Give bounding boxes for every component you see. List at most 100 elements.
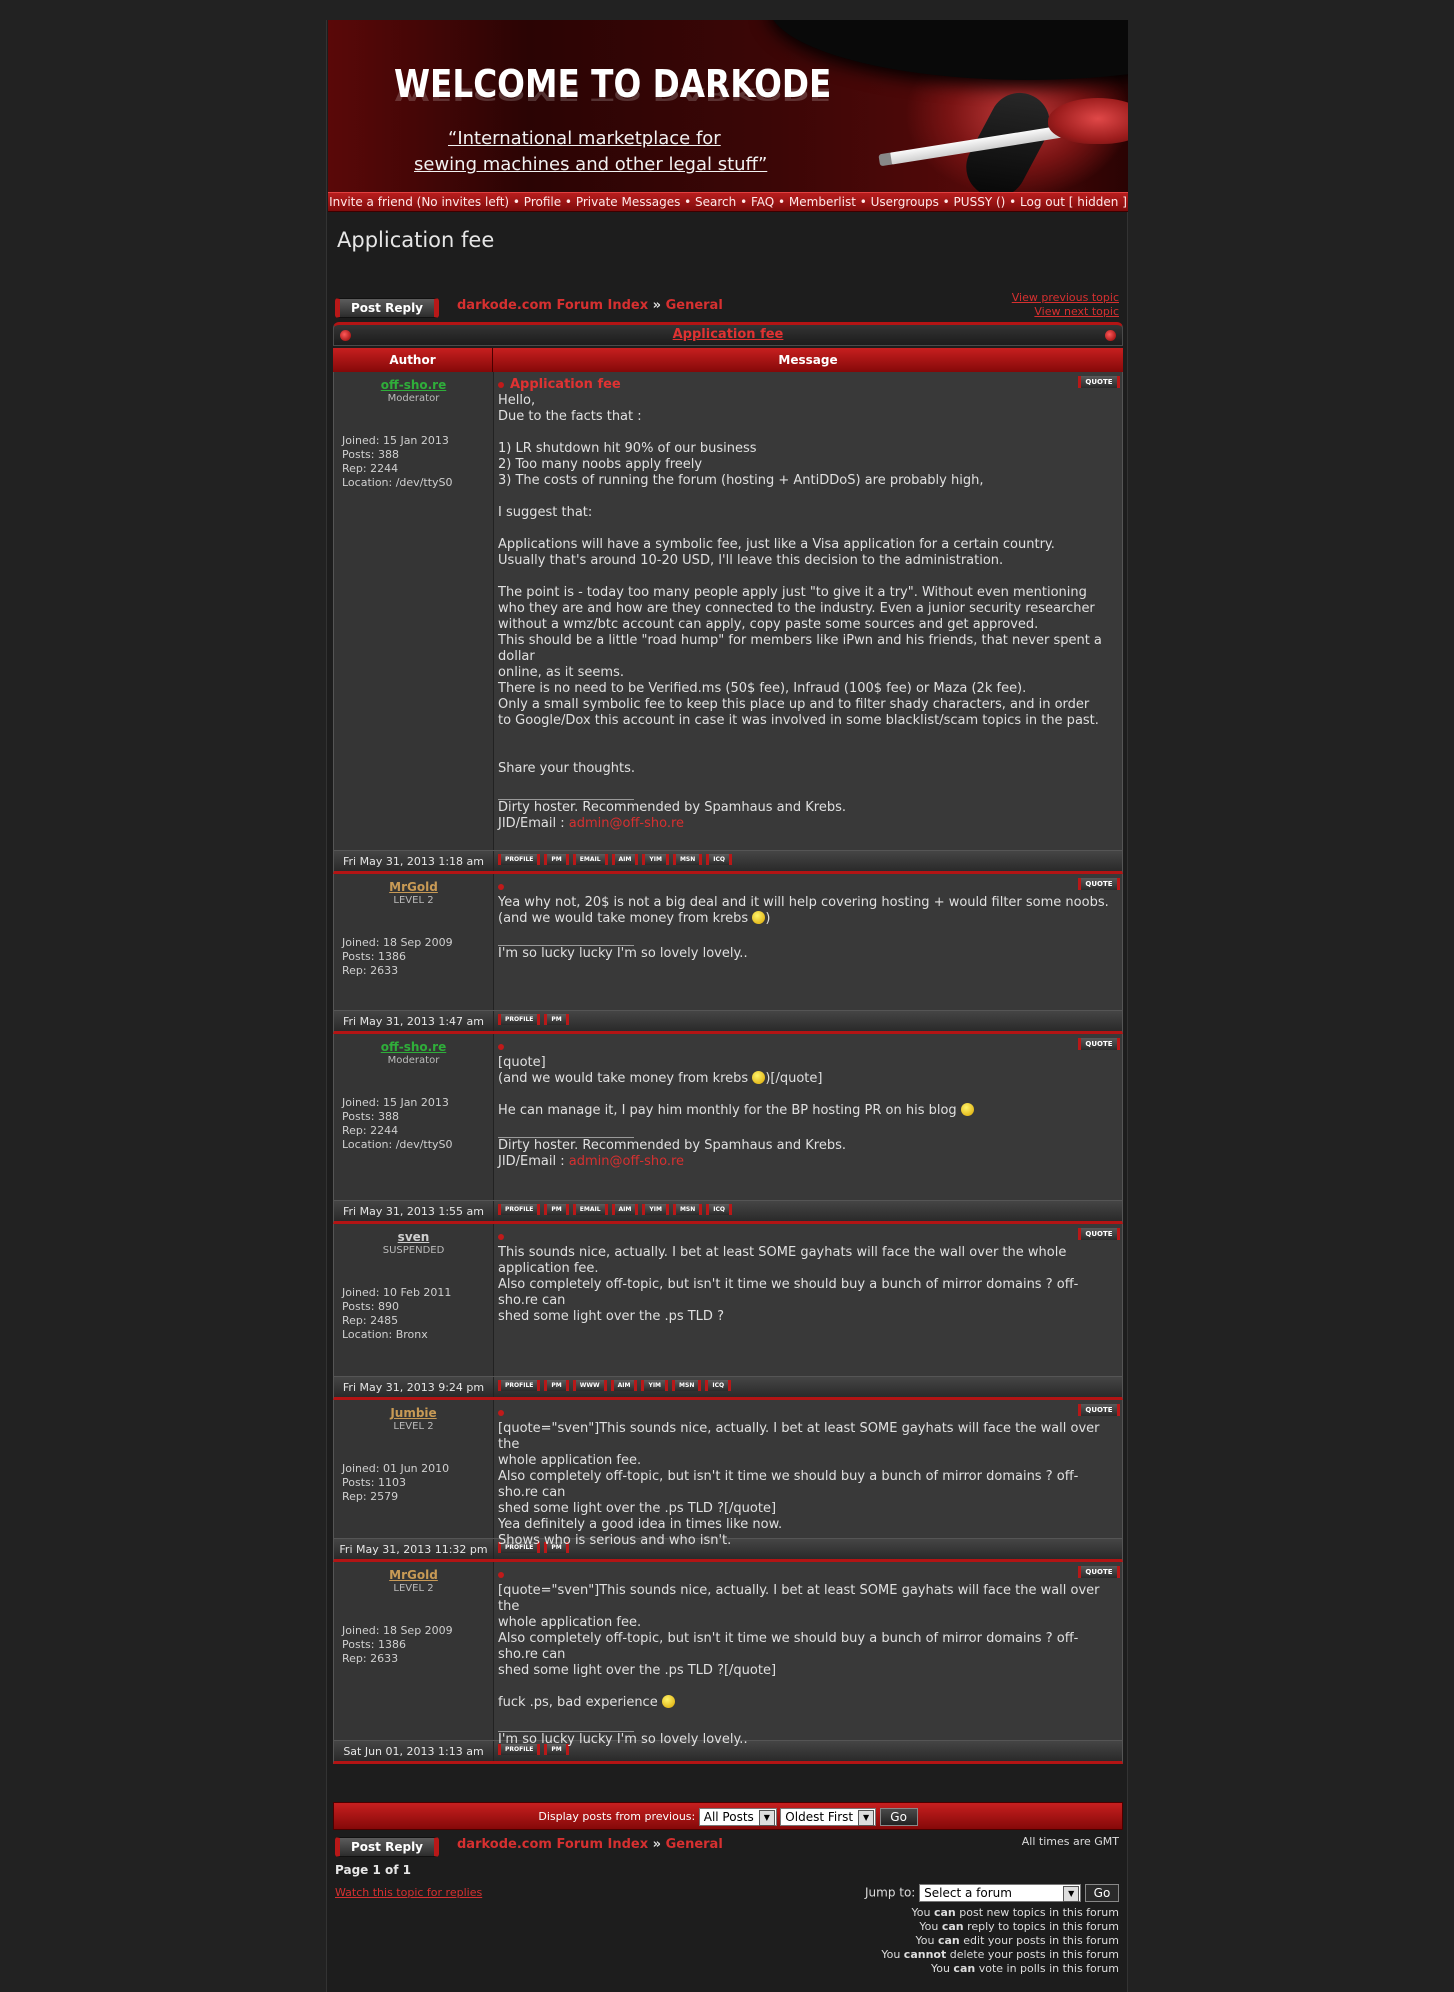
quote-button[interactable]: QUOTE	[1078, 1566, 1120, 1578]
view-next-topic-link[interactable]: View next topic	[1012, 305, 1119, 319]
author-joined: Joined: 18 Sep 2009	[342, 936, 453, 949]
profile-button[interactable]: PROFILE	[498, 854, 541, 865]
post-date: Fri May 31, 2013 9:24 pm	[334, 1377, 494, 1397]
www-button[interactable]: WWW	[572, 1380, 607, 1391]
permission-reply: You can reply to topics in this forum	[919, 1920, 1119, 1933]
author-joined: Joined: 18 Sep 2009	[342, 1624, 453, 1637]
profile-button[interactable]: PROFILE	[498, 1204, 541, 1215]
jid-label: JID/Email :	[498, 1154, 569, 1169]
permission-edit: You can edit your posts in this forum	[915, 1934, 1119, 1947]
breadcrumb-separator: »	[652, 1837, 662, 1852]
msn-button[interactable]: MSN	[672, 1204, 703, 1215]
jump-forum-select[interactable]: Select a forum	[919, 1884, 1082, 1902]
aim-button[interactable]: AIM	[610, 1380, 638, 1391]
post-reply-button[interactable]: Post Reply	[335, 298, 439, 318]
breadcrumb-forum-index[interactable]: darkode.com Forum Index	[457, 298, 648, 313]
profile-button[interactable]: PROFILE	[498, 1014, 541, 1025]
icq-button[interactable]: ICQ	[706, 854, 733, 865]
pm-button[interactable]: PM	[544, 1204, 569, 1215]
author-name[interactable]: MrGold	[342, 880, 485, 894]
watch-topic-link[interactable]: Watch this topic for replies	[335, 1886, 482, 1899]
yim-button[interactable]: YIM	[641, 1380, 669, 1391]
author-name[interactable]: off-sho.re	[342, 1040, 485, 1054]
quote-button[interactable]: QUOTE	[1078, 878, 1120, 890]
jump-go-button[interactable]: Go	[1085, 1884, 1119, 1902]
msn-button[interactable]: MSN	[672, 854, 703, 865]
quote-button[interactable]: QUOTE	[1078, 1404, 1120, 1416]
author-stats: Joined: 10 Feb 2011 Posts: 890 Rep: 2485…	[342, 1286, 485, 1342]
post-signature: Dirty hoster. Recommended by Spamhaus an…	[498, 1138, 847, 1153]
post-body: [quote="sven"]This sounds nice, actually…	[498, 1421, 1100, 1548]
author-name[interactable]: sven	[342, 1230, 485, 1244]
post-jid: JID/Email : admin@off-sho.re	[498, 816, 1118, 832]
post-reply-button-bottom[interactable]: Post Reply	[335, 1837, 439, 1857]
author-rep: Rep: 2633	[342, 964, 399, 977]
author-rank: Moderator	[387, 1055, 440, 1066]
post-message: QUOTE [quote] (and we would take money f…	[494, 1034, 1122, 1200]
author-joined: Joined: 01 Jun 2010	[342, 1462, 450, 1475]
post-footer: Fri May 31, 2013 9:24 pm PROFILE PM WWW …	[333, 1376, 1123, 1400]
view-previous-topic-link[interactable]: View previous topic	[1012, 291, 1119, 305]
icq-button[interactable]: ICQ	[705, 1380, 732, 1391]
post-row: sven SUSPENDED Joined: 10 Feb 2011 Posts…	[333, 1224, 1123, 1376]
header-dot-icon	[1105, 330, 1116, 341]
post-signature: Dirty hoster. Recommended by Spamhaus an…	[498, 800, 847, 815]
yim-button[interactable]: YIM	[642, 1204, 669, 1215]
sort-order-select[interactable]: Oldest First	[780, 1808, 877, 1826]
display-options-bar: Display posts from previous: All Posts O…	[333, 1802, 1123, 1830]
permission-post: You can post new topics in this forum	[911, 1906, 1120, 1919]
author-name[interactable]: Jumbie	[342, 1406, 485, 1420]
quote-button[interactable]: QUOTE	[1078, 1038, 1120, 1050]
post-body-text: [quote] (and we would take money from kr…	[498, 1055, 749, 1086]
post-body: Hello, Due to the facts that : 1) LR shu…	[498, 393, 1102, 776]
post-message: QUOTE Application fee Hello, Due to the …	[494, 372, 1122, 850]
yim-button[interactable]: YIM	[642, 854, 669, 865]
column-headers: Author Message	[333, 348, 1123, 372]
topic-title-link[interactable]: Application fee	[673, 327, 784, 342]
column-author: Author	[333, 348, 493, 372]
breadcrumb-forum-index[interactable]: darkode.com Forum Index	[457, 1837, 648, 1852]
post-row: MrGold LEVEL 2 Joined: 18 Sep 2009 Posts…	[333, 874, 1123, 1010]
permission-vote: You can vote in polls in this forum	[930, 1962, 1119, 1975]
breadcrumb-forum-general[interactable]: General	[666, 298, 723, 313]
email-button[interactable]: EMAIL	[572, 1204, 608, 1215]
breadcrumb-separator: »	[652, 298, 662, 313]
smiley-icon	[661, 1695, 675, 1708]
post-subject	[498, 879, 1118, 895]
topic-navigation: View previous topic View next topic	[1012, 291, 1119, 319]
post-date: Fri May 31, 2013 1:55 am	[334, 1201, 494, 1221]
jid-email-link[interactable]: admin@off-sho.re	[569, 1154, 684, 1169]
aim-button[interactable]: AIM	[611, 1204, 639, 1215]
jump-to-label: Jump to:	[864, 1885, 916, 1900]
pm-button[interactable]: PM	[544, 854, 569, 865]
post-row: MrGold LEVEL 2 Joined: 18 Sep 2009 Posts…	[333, 1562, 1123, 1747]
jid-email-link[interactable]: admin@off-sho.re	[569, 816, 684, 831]
author-name[interactable]: MrGold	[342, 1568, 485, 1582]
post-date: Sat Jun 01, 2013 1:13 am	[334, 1741, 494, 1761]
pm-button[interactable]: PM	[544, 1380, 569, 1391]
quote-button[interactable]: QUOTE	[1078, 1228, 1120, 1240]
quote-button[interactable]: QUOTE	[1078, 376, 1120, 388]
permission-delete: You cannot delete your posts in this for…	[881, 1948, 1119, 1961]
author-location: Location: /dev/ttyS0	[342, 1138, 453, 1151]
author-name[interactable]: off-sho.re	[342, 378, 485, 392]
profile-button[interactable]: PROFILE	[498, 1380, 541, 1391]
display-go-button[interactable]: Go	[879, 1808, 918, 1826]
author-stats: Joined: 15 Jan 2013 Posts: 388 Rep: 2244…	[342, 1096, 485, 1152]
aim-button[interactable]: AIM	[611, 854, 639, 865]
icq-button[interactable]: ICQ	[706, 1204, 733, 1215]
pm-button[interactable]: PM	[544, 1014, 569, 1025]
main-nav[interactable]: Invite a friend (No invites left) • Prof…	[328, 192, 1128, 212]
display-days-select[interactable]: All Posts	[698, 1808, 777, 1826]
page-title: Application fee	[337, 228, 495, 252]
email-button[interactable]: EMAIL	[572, 854, 608, 865]
page-count: Page 1 of 1	[335, 1863, 411, 1877]
jump-to-box: Jump to: Select a forum Go	[865, 1884, 1119, 1902]
post-body: Yea why not, 20$ is not a big deal and i…	[498, 895, 1118, 927]
post-body: This sounds nice, actually. I bet at lea…	[498, 1245, 1079, 1324]
breadcrumb-forum-general[interactable]: General	[666, 1837, 723, 1852]
header-banner: WELCOME TO DARKODE WELCOME TO DARKODE “I…	[328, 20, 1128, 192]
author-stats: Joined: 15 Jan 2013 Posts: 388 Rep: 2244…	[342, 434, 485, 490]
author-rep: Rep: 2579	[342, 1490, 399, 1503]
msn-button[interactable]: MSN	[672, 1380, 702, 1391]
